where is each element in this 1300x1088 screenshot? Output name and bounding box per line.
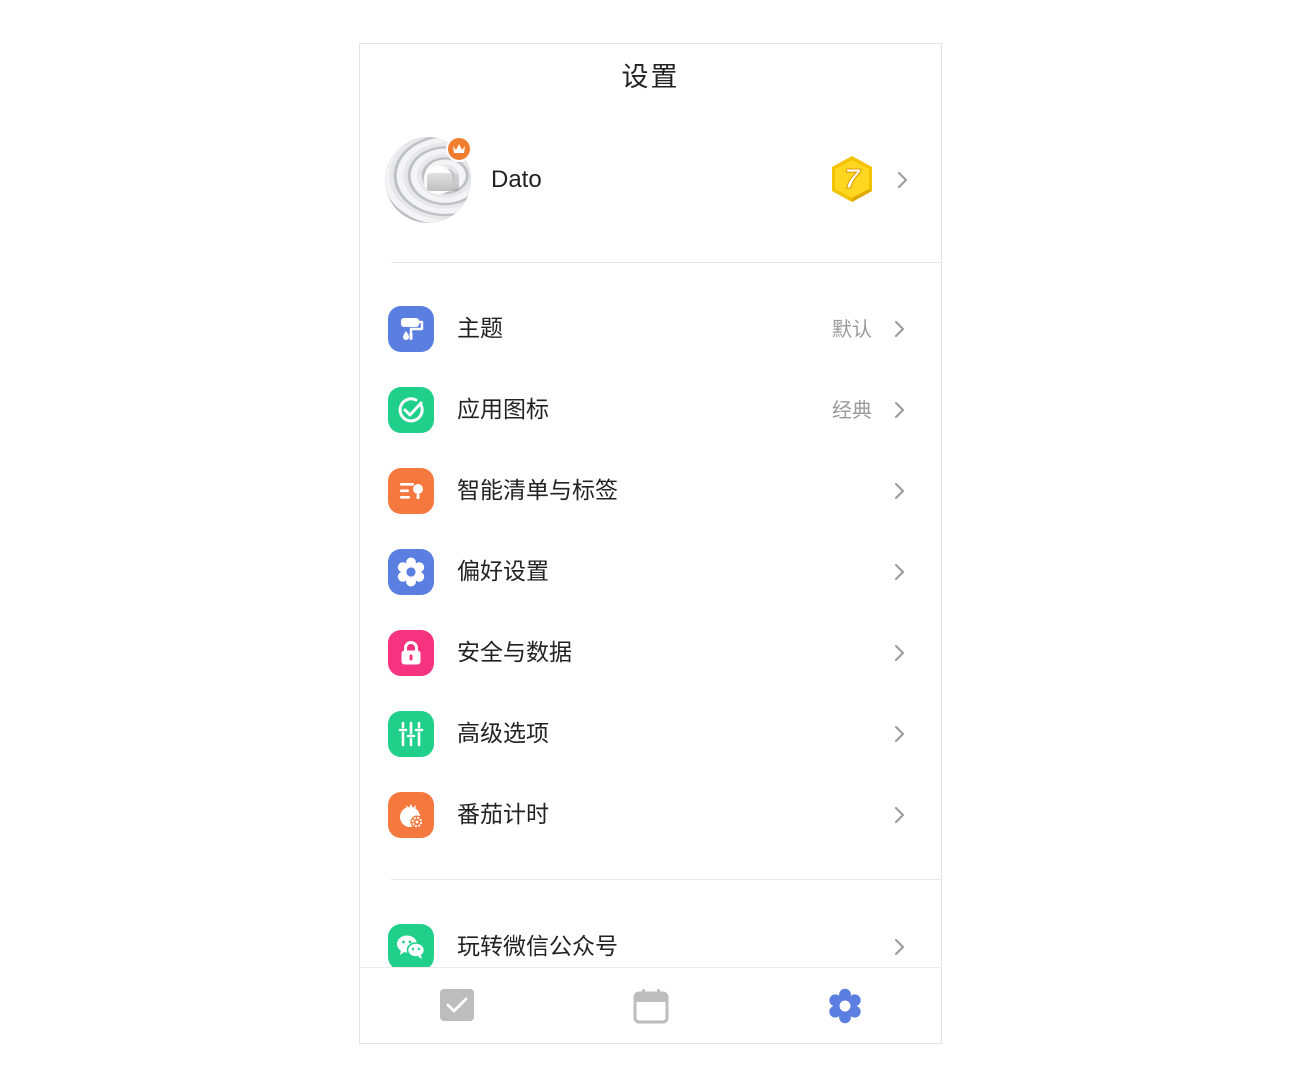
bottom-tab-bar	[360, 967, 941, 1043]
tab-calendar[interactable]	[601, 968, 701, 1043]
profile-row[interactable]: Dato 7	[360, 132, 941, 232]
chevron-right-icon	[897, 171, 908, 189]
settings-item-label: 应用图标	[457, 397, 549, 423]
settings-item-theme[interactable]: 主题 默认	[360, 288, 941, 369]
page-title: 设置	[621, 62, 680, 93]
settings-item-label: 番茄计时	[457, 802, 549, 828]
smart-list-icon	[388, 468, 434, 514]
chevron-right-icon	[894, 320, 905, 338]
username: Dato	[491, 166, 542, 193]
settings-item-label: 偏好设置	[457, 559, 549, 585]
tab-tasks[interactable]	[407, 968, 507, 1043]
chevron-right-icon	[894, 482, 905, 500]
chevron-right-icon	[894, 563, 905, 581]
settings-item-smart-list[interactable]: 智能清单与标签	[360, 450, 941, 531]
settings-item-label: 主题	[457, 316, 503, 342]
chevron-right-icon	[894, 938, 905, 956]
settings-item-label: 智能清单与标签	[457, 478, 618, 504]
lock-icon	[388, 630, 434, 676]
tab-settings[interactable]	[795, 968, 895, 1043]
divider	[391, 879, 941, 880]
tomato-timer-icon	[388, 792, 434, 838]
settings-item-value: 经典	[832, 398, 872, 422]
settings-item-label: 玩转微信公众号	[457, 934, 618, 960]
settings-item-preferences[interactable]: 偏好设置	[360, 531, 941, 612]
settings-item-value: 默认	[832, 317, 872, 341]
settings-item-label: 高级选项	[457, 721, 549, 747]
check-circle-icon	[388, 387, 434, 433]
gear-icon	[829, 988, 861, 1023]
chevron-right-icon	[894, 644, 905, 662]
settings-item-advanced[interactable]: 高级选项	[360, 693, 941, 774]
level-badge-icon[interactable]: 7	[829, 154, 875, 204]
wechat-icon	[388, 924, 434, 970]
chevron-right-icon	[894, 806, 905, 824]
calendar-icon	[633, 988, 669, 1023]
paint-roller-icon	[388, 306, 434, 352]
settings-item-label: 安全与数据	[457, 640, 572, 666]
chevron-right-icon	[894, 401, 905, 419]
level-number: 7	[844, 163, 861, 194]
settings-item-security[interactable]: 安全与数据	[360, 612, 941, 693]
settings-screen: 设置 Dato 7 主题 默认 应用图标 经典 智能清单与标签 偏好设置 安全与…	[359, 43, 942, 1044]
settings-item-pomodoro[interactable]: 番茄计时	[360, 774, 941, 855]
chevron-right-icon	[894, 725, 905, 743]
avatar-image-detail	[427, 173, 459, 191]
crown-icon	[446, 136, 472, 162]
divider	[391, 262, 941, 263]
gear-icon	[388, 549, 434, 595]
checkbox-icon	[440, 988, 474, 1021]
settings-item-app-icon[interactable]: 应用图标 经典	[360, 369, 941, 450]
sliders-icon	[388, 711, 434, 757]
